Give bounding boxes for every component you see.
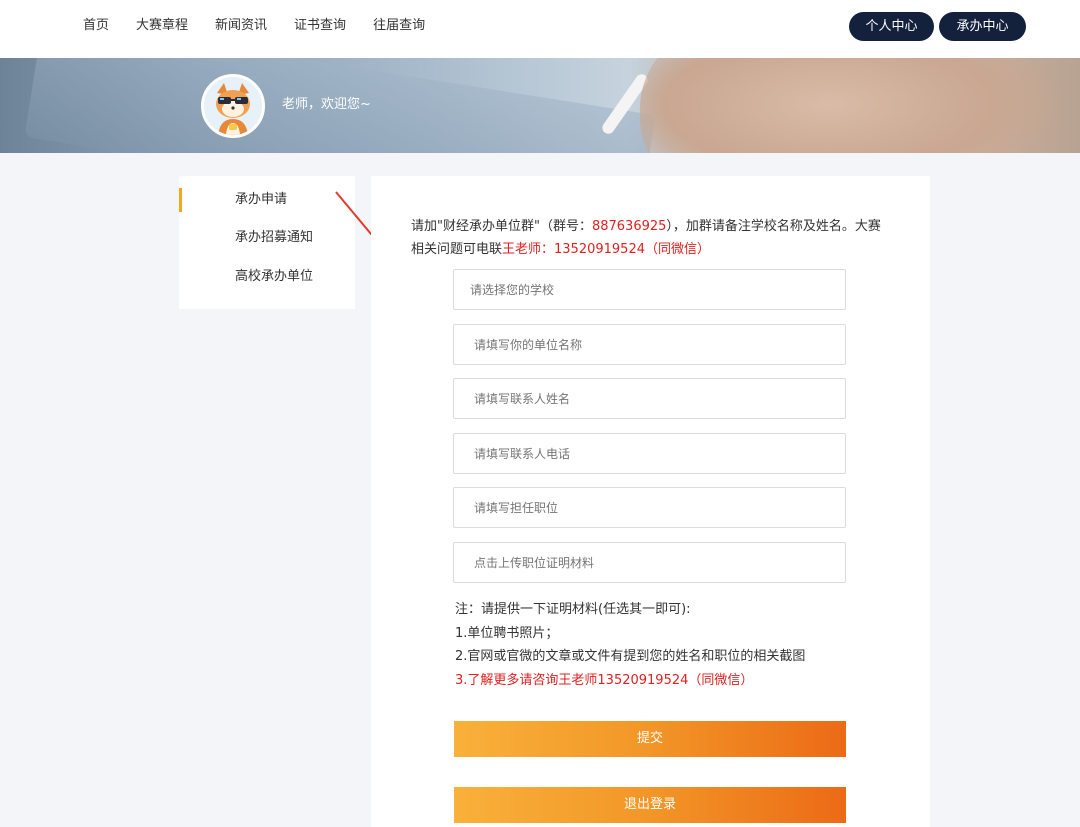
- banner-hand-image: [640, 58, 1060, 153]
- notice-text-1: 请加"财经承办单位群"（群号：: [411, 219, 592, 234]
- notes-line-3: 2.官网或官微的文章或文件有提到您的姓名和职位的相关截图: [455, 649, 806, 664]
- sidebar-item-host-application[interactable]: 承办申请: [179, 188, 355, 212]
- position-input[interactable]: [453, 487, 846, 528]
- notice-contact: 王老师：13520919524（同微信）: [502, 242, 710, 257]
- sidebar-item-recruitment-notice[interactable]: 承办招募通知: [179, 226, 355, 250]
- logout-button[interactable]: 退出登录: [454, 787, 846, 823]
- avatar[interactable]: [201, 74, 265, 138]
- proof-notes: 注：请提供一下证明材料(任选其一即可): 1.单位聘书照片； 2.官网或官微的文…: [455, 598, 805, 692]
- upload-proof-field[interactable]: [453, 542, 846, 583]
- shiba-dog-avatar-icon: [204, 77, 262, 135]
- notice-group-number: 887636925: [591, 219, 667, 234]
- header-banner: [0, 58, 1080, 153]
- host-center-button[interactable]: 承办中心: [939, 12, 1026, 41]
- nav-certificate-query[interactable]: 证书查询: [294, 17, 346, 35]
- nav-past-query[interactable]: 往届查询: [373, 17, 425, 35]
- unit-name-input[interactable]: [453, 324, 846, 365]
- top-navbar: 首页 大赛章程 新闻资讯 证书查询 往届查询 个人中心 承办中心: [0, 0, 1080, 58]
- notes-line-4: 3.了解更多请咨询王老师13520919524（同微信）: [455, 672, 754, 688]
- nav-competition-rules[interactable]: 大赛章程: [136, 17, 188, 35]
- nav-news[interactable]: 新闻资讯: [215, 17, 267, 35]
- submit-button[interactable]: 提交: [454, 721, 846, 757]
- sidebar-menu: 承办申请 承办招募通知 高校承办单位: [179, 176, 355, 309]
- contact-phone-input[interactable]: [453, 433, 846, 474]
- nav-home[interactable]: 首页: [83, 17, 109, 35]
- welcome-text: 老师，欢迎您~: [282, 97, 371, 112]
- notes-line-1: 注：请提供一下证明材料(任选其一即可):: [455, 602, 691, 617]
- main-nav: 首页 大赛章程 新闻资讯 证书查询 往届查询: [83, 17, 452, 35]
- contact-name-input[interactable]: [453, 378, 846, 419]
- group-notice: 请加"财经承办单位群"（群号：887636925），加群请备注学校名称及姓名。大…: [411, 215, 891, 261]
- school-select[interactable]: [453, 269, 846, 310]
- personal-center-button[interactable]: 个人中心: [849, 12, 934, 41]
- sidebar-item-host-universities[interactable]: 高校承办单位: [179, 265, 355, 289]
- notes-line-2: 1.单位聘书照片；: [455, 625, 559, 641]
